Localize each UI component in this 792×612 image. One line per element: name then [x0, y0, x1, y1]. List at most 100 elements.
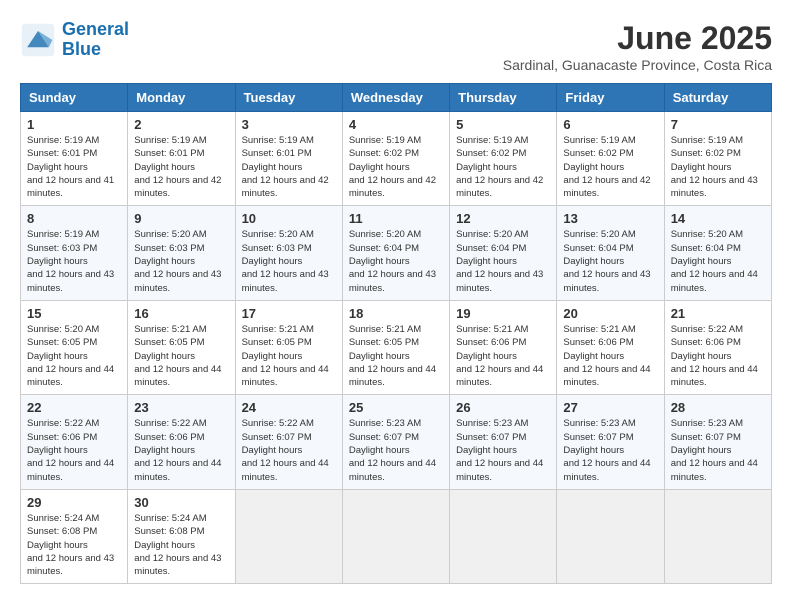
table-row: 20 Sunrise: 5:21 AMSunset: 6:06 PMDaylig… — [557, 300, 664, 394]
table-row: 16 Sunrise: 5:21 AMSunset: 6:05 PMDaylig… — [128, 300, 235, 394]
month-title: June 2025 — [503, 20, 772, 57]
day-number: 9 — [134, 211, 228, 226]
day-info: Sunrise: 5:23 AMSunset: 6:07 PMDaylight … — [563, 417, 657, 483]
day-number: 11 — [349, 211, 443, 226]
day-number: 3 — [242, 117, 336, 132]
table-row: 26 Sunrise: 5:23 AMSunset: 6:07 PMDaylig… — [450, 395, 557, 489]
day-number: 27 — [563, 400, 657, 415]
day-info: Sunrise: 5:22 AMSunset: 6:06 PMDaylight … — [134, 417, 228, 483]
day-number: 5 — [456, 117, 550, 132]
day-number: 24 — [242, 400, 336, 415]
table-row: 6 Sunrise: 5:19 AMSunset: 6:02 PMDayligh… — [557, 112, 664, 206]
table-row: 30 Sunrise: 5:24 AMSunset: 6:08 PMDaylig… — [128, 489, 235, 583]
table-row: 24 Sunrise: 5:22 AMSunset: 6:07 PMDaylig… — [235, 395, 342, 489]
table-row: 15 Sunrise: 5:20 AMSunset: 6:05 PMDaylig… — [21, 300, 128, 394]
day-number: 25 — [349, 400, 443, 415]
calendar-header-row: Sunday Monday Tuesday Wednesday Thursday… — [21, 84, 772, 112]
logo-line2: Blue — [62, 39, 101, 59]
table-row: 9 Sunrise: 5:20 AMSunset: 6:03 PMDayligh… — [128, 206, 235, 300]
table-row: 3 Sunrise: 5:19 AMSunset: 6:01 PMDayligh… — [235, 112, 342, 206]
day-info: Sunrise: 5:20 AMSunset: 6:04 PMDaylight … — [349, 228, 443, 294]
table-row: 12 Sunrise: 5:20 AMSunset: 6:04 PMDaylig… — [450, 206, 557, 300]
day-number: 17 — [242, 306, 336, 321]
page-header: General Blue June 2025 Sardinal, Guanaca… — [20, 20, 772, 73]
table-row: 8 Sunrise: 5:19 AMSunset: 6:03 PMDayligh… — [21, 206, 128, 300]
table-row: 25 Sunrise: 5:23 AMSunset: 6:07 PMDaylig… — [342, 395, 449, 489]
calendar-table: Sunday Monday Tuesday Wednesday Thursday… — [20, 83, 772, 584]
table-row: 23 Sunrise: 5:22 AMSunset: 6:06 PMDaylig… — [128, 395, 235, 489]
day-number: 8 — [27, 211, 121, 226]
table-row: 13 Sunrise: 5:20 AMSunset: 6:04 PMDaylig… — [557, 206, 664, 300]
day-number: 23 — [134, 400, 228, 415]
day-info: Sunrise: 5:20 AMSunset: 6:04 PMDaylight … — [563, 228, 657, 294]
day-info: Sunrise: 5:24 AMSunset: 6:08 PMDaylight … — [27, 512, 121, 578]
day-info: Sunrise: 5:24 AMSunset: 6:08 PMDaylight … — [134, 512, 228, 578]
day-info: Sunrise: 5:19 AMSunset: 6:01 PMDaylight … — [134, 134, 228, 200]
day-info: Sunrise: 5:20 AMSunset: 6:03 PMDaylight … — [134, 228, 228, 294]
table-row: 29 Sunrise: 5:24 AMSunset: 6:08 PMDaylig… — [21, 489, 128, 583]
table-row: 2 Sunrise: 5:19 AMSunset: 6:01 PMDayligh… — [128, 112, 235, 206]
day-info: Sunrise: 5:19 AMSunset: 6:02 PMDaylight … — [563, 134, 657, 200]
day-info: Sunrise: 5:22 AMSunset: 6:07 PMDaylight … — [242, 417, 336, 483]
day-number: 30 — [134, 495, 228, 510]
day-number: 20 — [563, 306, 657, 321]
day-info: Sunrise: 5:19 AMSunset: 6:02 PMDaylight … — [671, 134, 765, 200]
day-number: 4 — [349, 117, 443, 132]
col-wednesday: Wednesday — [342, 84, 449, 112]
day-info: Sunrise: 5:23 AMSunset: 6:07 PMDaylight … — [671, 417, 765, 483]
day-number: 2 — [134, 117, 228, 132]
day-number: 7 — [671, 117, 765, 132]
table-row — [664, 489, 771, 583]
table-row: 18 Sunrise: 5:21 AMSunset: 6:05 PMDaylig… — [342, 300, 449, 394]
day-info: Sunrise: 5:21 AMSunset: 6:05 PMDaylight … — [242, 323, 336, 389]
day-number: 13 — [563, 211, 657, 226]
table-row: 11 Sunrise: 5:20 AMSunset: 6:04 PMDaylig… — [342, 206, 449, 300]
table-row: 19 Sunrise: 5:21 AMSunset: 6:06 PMDaylig… — [450, 300, 557, 394]
day-info: Sunrise: 5:23 AMSunset: 6:07 PMDaylight … — [456, 417, 550, 483]
col-thursday: Thursday — [450, 84, 557, 112]
day-info: Sunrise: 5:20 AMSunset: 6:04 PMDaylight … — [456, 228, 550, 294]
title-area: June 2025 Sardinal, Guanacaste Province,… — [503, 20, 772, 73]
day-number: 29 — [27, 495, 121, 510]
logo-text: General Blue — [62, 20, 129, 60]
day-info: Sunrise: 5:21 AMSunset: 6:06 PMDaylight … — [563, 323, 657, 389]
table-row — [557, 489, 664, 583]
day-info: Sunrise: 5:19 AMSunset: 6:01 PMDaylight … — [27, 134, 121, 200]
day-info: Sunrise: 5:20 AMSunset: 6:05 PMDaylight … — [27, 323, 121, 389]
table-row: 5 Sunrise: 5:19 AMSunset: 6:02 PMDayligh… — [450, 112, 557, 206]
day-info: Sunrise: 5:21 AMSunset: 6:06 PMDaylight … — [456, 323, 550, 389]
day-info: Sunrise: 5:23 AMSunset: 6:07 PMDaylight … — [349, 417, 443, 483]
day-number: 15 — [27, 306, 121, 321]
col-tuesday: Tuesday — [235, 84, 342, 112]
day-number: 28 — [671, 400, 765, 415]
logo: General Blue — [20, 20, 129, 60]
table-row: 4 Sunrise: 5:19 AMSunset: 6:02 PMDayligh… — [342, 112, 449, 206]
day-number: 21 — [671, 306, 765, 321]
day-info: Sunrise: 5:19 AMSunset: 6:02 PMDaylight … — [456, 134, 550, 200]
day-number: 19 — [456, 306, 550, 321]
day-number: 26 — [456, 400, 550, 415]
day-number: 16 — [134, 306, 228, 321]
day-number: 1 — [27, 117, 121, 132]
col-friday: Friday — [557, 84, 664, 112]
day-info: Sunrise: 5:19 AMSunset: 6:02 PMDaylight … — [349, 134, 443, 200]
day-info: Sunrise: 5:20 AMSunset: 6:04 PMDaylight … — [671, 228, 765, 294]
logo-icon — [20, 22, 56, 58]
day-number: 14 — [671, 211, 765, 226]
col-monday: Monday — [128, 84, 235, 112]
table-row: 27 Sunrise: 5:23 AMSunset: 6:07 PMDaylig… — [557, 395, 664, 489]
table-row — [235, 489, 342, 583]
day-info: Sunrise: 5:21 AMSunset: 6:05 PMDaylight … — [349, 323, 443, 389]
table-row: 17 Sunrise: 5:21 AMSunset: 6:05 PMDaylig… — [235, 300, 342, 394]
day-number: 10 — [242, 211, 336, 226]
day-number: 6 — [563, 117, 657, 132]
day-number: 22 — [27, 400, 121, 415]
day-info: Sunrise: 5:19 AMSunset: 6:03 PMDaylight … — [27, 228, 121, 294]
table-row: 28 Sunrise: 5:23 AMSunset: 6:07 PMDaylig… — [664, 395, 771, 489]
day-number: 12 — [456, 211, 550, 226]
table-row — [342, 489, 449, 583]
col-sunday: Sunday — [21, 84, 128, 112]
day-info: Sunrise: 5:22 AMSunset: 6:06 PMDaylight … — [27, 417, 121, 483]
day-info: Sunrise: 5:20 AMSunset: 6:03 PMDaylight … — [242, 228, 336, 294]
table-row: 21 Sunrise: 5:22 AMSunset: 6:06 PMDaylig… — [664, 300, 771, 394]
